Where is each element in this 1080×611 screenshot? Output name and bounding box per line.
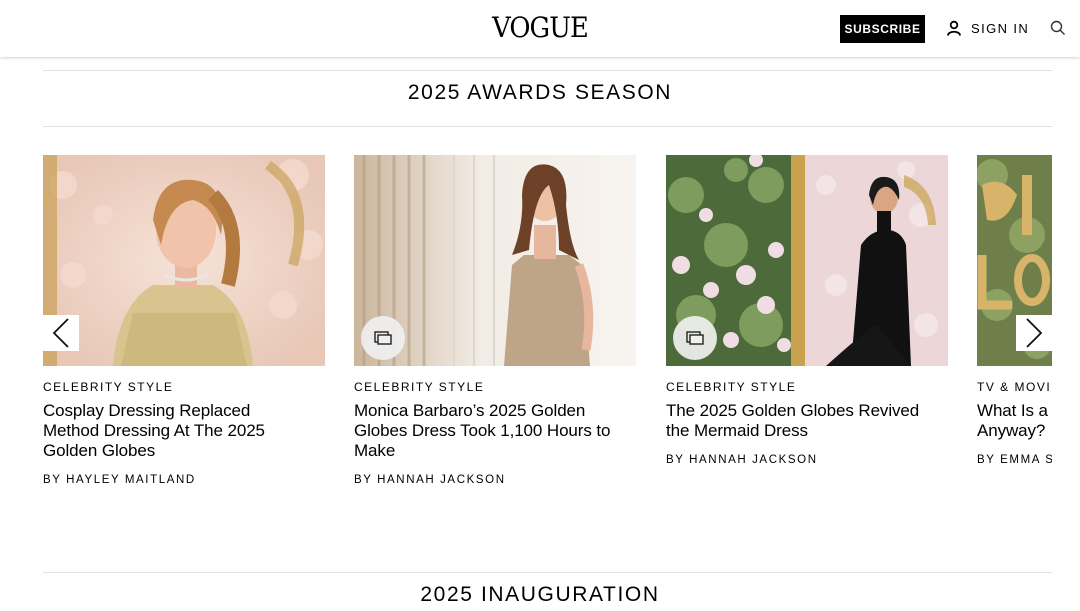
article-card[interactable]: CELEBRITY STYLE Cosplay Dressing Replace… (43, 155, 325, 486)
article-image[interactable] (354, 155, 636, 366)
gallery-badge (673, 316, 717, 360)
site-header: VOGUE SUBSCRIBE SIGN IN (0, 0, 1080, 57)
section-divider (43, 126, 1052, 127)
headline-line: The 2025 Golden Globes Revived (666, 401, 920, 420)
article-byline: BY EMMA S (977, 454, 1052, 466)
person-icon (947, 20, 961, 36)
article-byline: BY HAYLEY MAITLAND (43, 474, 196, 486)
headline-line: Monica Barbaro’s 2025 Golden (354, 401, 586, 420)
article-headline[interactable]: What Is a Anyway? (977, 401, 1052, 441)
section-title-inauguration: 2025 INAUGURATION (420, 583, 660, 606)
headline-line: Method Dressing At The 2025 (43, 421, 265, 440)
search-icon[interactable] (1050, 20, 1066, 36)
chevron-right-icon (1026, 318, 1043, 348)
article-card[interactable]: TV & MOVIES What Is a Anyway? BY EMMA S (977, 155, 1052, 466)
article-kicker[interactable]: CELEBRITY STYLE (43, 380, 325, 394)
section-divider (43, 572, 1052, 573)
article-card[interactable]: CELEBRITY STYLE The 2025 Golden Globes R… (666, 155, 948, 466)
awards-carousel: CELEBRITY STYLE Cosplay Dressing Replace… (43, 155, 1052, 515)
gallery-icon (374, 331, 392, 345)
article-headline[interactable]: The 2025 Golden Globes Revived the Merma… (666, 401, 948, 441)
carousel-next-button[interactable] (1016, 315, 1052, 351)
article-headline[interactable]: Cosplay Dressing Replaced Method Dressin… (43, 401, 325, 461)
headline-line: What Is a (977, 401, 1048, 420)
subscribe-button[interactable]: SUBSCRIBE (840, 15, 925, 43)
headline-line: Golden Globes (43, 441, 156, 460)
article-kicker[interactable]: CELEBRITY STYLE (354, 380, 636, 394)
article-card[interactable]: CELEBRITY STYLE Monica Barbaro’s 2025 Go… (354, 155, 636, 486)
carousel-prev-button[interactable] (43, 315, 79, 351)
article-byline: BY HANNAH JACKSON (666, 454, 818, 466)
article-kicker[interactable]: CELEBRITY STYLE (666, 380, 948, 394)
sign-in-label: SIGN IN (971, 20, 1030, 36)
article-image[interactable] (666, 155, 948, 366)
gallery-icon (686, 331, 704, 345)
article-headline[interactable]: Monica Barbaro’s 2025 Golden Globes Dres… (354, 401, 636, 461)
chevron-left-icon (52, 318, 69, 348)
headline-line: the Mermaid Dress (666, 421, 808, 440)
headline-line: Globes Dress Took 1,100 Hours to (354, 421, 611, 440)
article-byline: BY HANNAH JACKSON (354, 474, 506, 486)
headline-line: Make (354, 441, 396, 460)
section-divider (43, 70, 1052, 71)
article-image[interactable] (43, 155, 325, 366)
gallery-badge (361, 316, 405, 360)
headline-line: Cosplay Dressing Replaced (43, 401, 251, 420)
sign-in-button[interactable]: SIGN IN (946, 16, 1029, 40)
headline-line: Anyway? (977, 421, 1046, 440)
section-title-awards: 2025 AWARDS SEASON (407, 81, 673, 104)
article-kicker[interactable]: TV & MOVIES (977, 380, 1052, 394)
